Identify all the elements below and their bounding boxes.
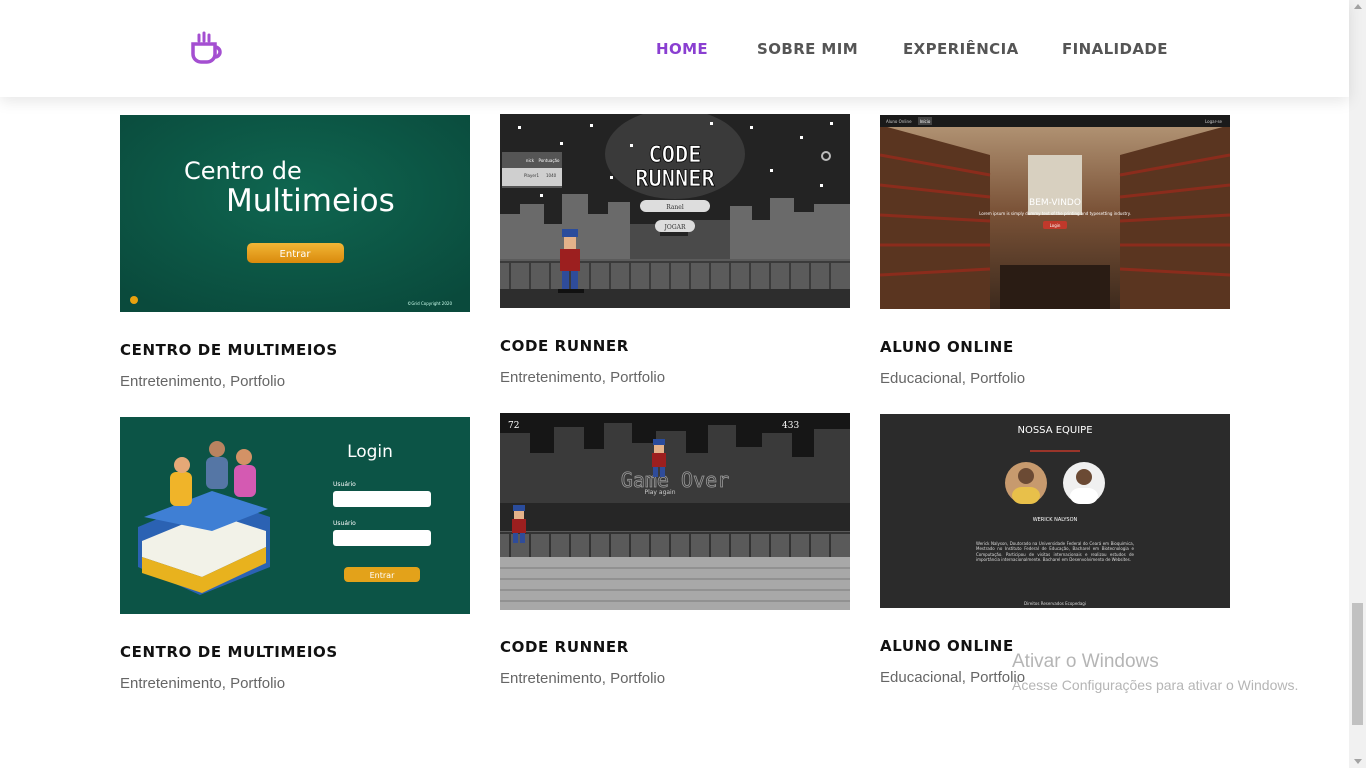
project-categories: Educacional, Portfolio bbox=[880, 669, 1026, 686]
thumb-title-line2: Multimeios bbox=[226, 183, 395, 219]
thumb-footer: ©Grid Copyright 2020 bbox=[407, 301, 452, 306]
project-title[interactable]: CENTRO DE MULTIMEIOS bbox=[120, 341, 338, 359]
thumb-logo-line2: RUNNER bbox=[635, 167, 715, 192]
project-thumbnail[interactable]: Login Usuário Usuário Entrar bbox=[120, 417, 470, 614]
thumb-brand: Aluno Online bbox=[886, 119, 912, 124]
thumb-footer: Direitos Reservados Ecopedagi bbox=[1024, 601, 1086, 606]
category-link[interactable]: Portfolio bbox=[970, 370, 1025, 387]
scrollbar-thumb[interactable] bbox=[1352, 603, 1363, 725]
project-title[interactable]: ALUNO ONLINE bbox=[880, 338, 1014, 356]
project-categories: Educacional, Portfolio bbox=[880, 370, 1026, 387]
coffee-cup-icon[interactable] bbox=[190, 31, 226, 67]
thumb-label2: Usuário bbox=[333, 520, 356, 527]
thumb-name: WERICK NALYSON bbox=[1033, 517, 1078, 523]
nav-experiencia[interactable]: EXPERIÊNCIA bbox=[903, 40, 1019, 58]
thumb-sub: Play again bbox=[644, 489, 675, 496]
project-title[interactable]: CODE RUNNER bbox=[500, 337, 629, 355]
category-link[interactable]: Portfolio bbox=[610, 369, 665, 386]
site-header: HOME SOBRE MIM EXPERIÊNCIA FINALIDADE bbox=[0, 0, 1349, 97]
scroll-up-arrow-icon[interactable] bbox=[1354, 4, 1362, 9]
thumb-heading: BEM-VINDO bbox=[1029, 198, 1081, 208]
project-title[interactable]: CENTRO DE MULTIMEIOS bbox=[120, 643, 338, 661]
thumb-label1: Usuário bbox=[333, 481, 356, 488]
project-title[interactable]: ALUNO ONLINE bbox=[880, 637, 1014, 655]
category-link[interactable]: Portfolio bbox=[230, 373, 285, 390]
thumb-bio: Werick Nalyson, Doutorado na Universidad… bbox=[976, 541, 1134, 563]
thumb-tab: Início bbox=[920, 119, 931, 124]
thumb-text: Lorem ipsum is simply dummy text of the … bbox=[979, 211, 1131, 216]
category-link[interactable]: Portfolio bbox=[970, 669, 1025, 686]
thumb-button: Entrar bbox=[370, 571, 395, 580]
project-thumbnail[interactable]: Aluno Online Início Logar-se BEM-VINDO L… bbox=[880, 115, 1230, 309]
project-categories: Entretenimento, Portfolio bbox=[500, 670, 666, 687]
watermark-subtitle: Acesse Configurações para ativar o Windo… bbox=[1012, 677, 1299, 693]
thumb-logo-line1: CODE bbox=[649, 143, 702, 168]
thumb-input: Ranel bbox=[666, 204, 684, 211]
category-link[interactable]: Entretenimento bbox=[120, 373, 222, 390]
thumb-button: Entrar bbox=[280, 249, 312, 260]
project-thumbnail[interactable]: NOSSA EQUIPE WERICK NALYSON Werick Nalys… bbox=[880, 414, 1230, 608]
thumb-score-right: 433 bbox=[782, 421, 799, 431]
thumb-row-name: Player1 bbox=[524, 173, 539, 178]
nav-finalidade[interactable]: FINALIDADE bbox=[1062, 40, 1168, 58]
project-thumbnail[interactable]: Centro de Multimeios Entrar ©Grid Copyri… bbox=[120, 115, 470, 312]
project-title[interactable]: CODE RUNNER bbox=[500, 638, 629, 656]
project-categories: Entretenimento, Portfolio bbox=[120, 373, 286, 390]
project-categories: Entretenimento, Portfolio bbox=[120, 675, 286, 692]
thumb-button: JOGAR bbox=[664, 224, 686, 231]
category-link[interactable]: Entretenimento bbox=[500, 670, 602, 687]
category-link[interactable]: Portfolio bbox=[610, 670, 665, 687]
thumb-col2: Pontuação bbox=[539, 158, 560, 163]
thumb-heading: NOSSA EQUIPE bbox=[1017, 425, 1092, 436]
thumb-col1: nick bbox=[526, 158, 535, 163]
page-scrollbar[interactable] bbox=[1349, 0, 1366, 768]
project-thumbnail[interactable]: 72 433 Game Over Play again bbox=[500, 413, 850, 610]
project-categories: Entretenimento, Portfolio bbox=[500, 369, 666, 386]
category-link[interactable]: Educacional bbox=[880, 370, 962, 387]
nav-home[interactable]: HOME bbox=[656, 40, 708, 58]
thumb-button: Login bbox=[1050, 223, 1061, 228]
thumb-row-score: 1040 bbox=[546, 173, 557, 178]
nav-sobre-mim[interactable]: SOBRE MIM bbox=[757, 40, 858, 58]
thumb-login: Logar-se bbox=[1205, 119, 1223, 124]
thumb-score-left: 72 bbox=[508, 421, 519, 431]
category-link[interactable]: Portfolio bbox=[230, 675, 285, 692]
scroll-down-arrow-icon[interactable] bbox=[1354, 759, 1362, 764]
thumb-heading: Login bbox=[347, 442, 393, 462]
thumb-title-line1: Centro de bbox=[184, 157, 302, 185]
project-thumbnail[interactable]: CODE RUNNER Ranel JOGAR nick Pontuação P… bbox=[500, 114, 850, 308]
windows-activation-watermark: Ativar o Windows Acesse Configurações pa… bbox=[1012, 651, 1298, 693]
category-link[interactable]: Entretenimento bbox=[500, 369, 602, 386]
category-link[interactable]: Entretenimento bbox=[120, 675, 222, 692]
category-link[interactable]: Educacional bbox=[880, 669, 962, 686]
watermark-title: Ativar o Windows bbox=[1012, 651, 1159, 672]
